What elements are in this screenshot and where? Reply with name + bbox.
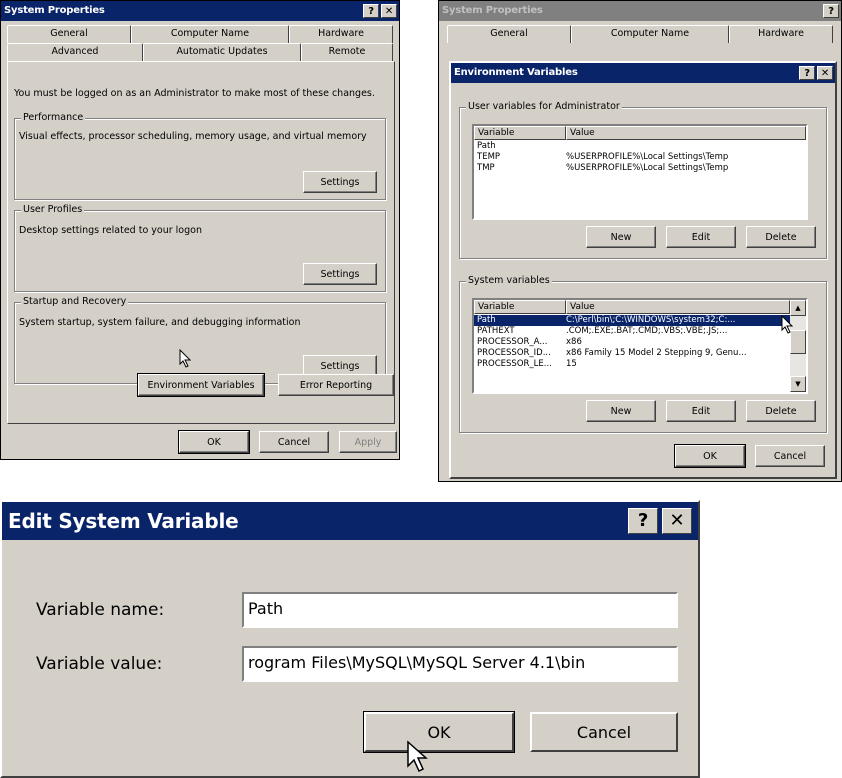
user-profiles-label: User Profiles <box>21 204 85 215</box>
variable-name-input[interactable]: Path <box>242 592 678 628</box>
startup-recovery-desc: System startup, system failure, and debu… <box>19 317 301 328</box>
list-item[interactable]: PATHEXT .COM;.EXE;.BAT;.CMD;.VBS;.VBE;.J… <box>474 326 790 337</box>
edit-close-icon[interactable]: ✕ <box>662 508 692 534</box>
mouse-cursor-icon <box>407 740 428 773</box>
user-variables-list[interactable]: Variable Value Path TEMP %USERPROFILE%\L… <box>472 124 808 220</box>
background-help-icon: ? <box>823 4 839 18</box>
edit-window-title: Edit System Variable <box>8 509 239 533</box>
system-col-value[interactable]: Value <box>566 300 790 314</box>
help-icon[interactable]: ? <box>363 4 379 18</box>
background-window-title: System Properties <box>442 5 543 16</box>
error-reporting-button[interactable]: Error Reporting <box>278 374 394 396</box>
env-ok-button[interactable]: OK <box>674 444 746 468</box>
user-profiles-group: User Profiles Desktop settings related t… <box>14 204 386 292</box>
mouse-cursor-icon <box>179 349 192 368</box>
close-icon[interactable]: ✕ <box>381 4 397 18</box>
performance-label: Performance <box>21 112 86 123</box>
system-variables-label: System variables <box>466 275 552 286</box>
background-tab-computer-name: Computer Name <box>571 25 729 43</box>
scroll-down-icon[interactable]: ▼ <box>790 376 806 392</box>
performance-group: Performance Visual effects, processor sc… <box>14 112 386 200</box>
env-close-icon[interactable]: ✕ <box>817 66 833 80</box>
list-item[interactable]: PROCESSOR_LE... 15 <box>474 359 790 370</box>
tab-hardware[interactable]: Hardware <box>289 25 393 43</box>
system-col-variable[interactable]: Variable <box>474 300 566 314</box>
edit-title-bar[interactable]: Edit System Variable ? ✕ <box>2 502 698 540</box>
variable-name-label: Variable name: <box>36 600 165 620</box>
title-bar[interactable]: System Properties ? ✕ <box>1 1 399 21</box>
system-delete-button[interactable]: Delete <box>746 400 816 422</box>
user-edit-button[interactable]: Edit <box>666 226 736 248</box>
user-profiles-desc: Desktop settings related to your logon <box>19 225 202 236</box>
background-tab-hardware: Hardware <box>729 25 833 43</box>
background-tab-general: General <box>447 25 571 43</box>
env-title-bar[interactable]: Environment Variables ? ✕ <box>451 63 835 83</box>
edit-cancel-button[interactable]: Cancel <box>530 712 678 752</box>
environment-variables-dialog: Environment Variables ? ✕ User variables… <box>449 61 837 479</box>
env-help-icon[interactable]: ? <box>799 66 815 80</box>
mouse-cursor-icon <box>781 315 794 334</box>
scroll-up-icon[interactable]: ▲ <box>790 300 806 316</box>
list-item[interactable]: TEMP %USERPROFILE%\Local Settings\Temp <box>474 152 806 163</box>
list-item[interactable]: PROCESSOR_A... x86 <box>474 337 790 348</box>
performance-settings-button[interactable]: Settings <box>303 171 377 193</box>
system-list-header: Variable Value <box>474 300 790 314</box>
apply-button[interactable]: Apply <box>339 431 397 453</box>
startup-recovery-label: Startup and Recovery <box>21 296 129 307</box>
list-item-selected[interactable]: Path C:\Perl\bin\;C:\WINDOWS\system32;C:… <box>474 315 790 326</box>
tab-computer-name[interactable]: Computer Name <box>131 25 289 43</box>
system-new-button[interactable]: New <box>586 400 656 422</box>
ok-button[interactable]: OK <box>178 430 250 454</box>
tab-row-top: General Computer Name Hardware <box>7 25 393 43</box>
list-item[interactable]: TMP %USERPROFILE%\Local Settings\Temp <box>474 163 806 174</box>
cancel-button[interactable]: Cancel <box>259 431 329 453</box>
edit-help-icon[interactable]: ? <box>628 508 658 534</box>
variable-value-input[interactable]: rogram Files\MySQL\MySQL Server 4.1\bin <box>242 646 678 682</box>
edit-ok-button[interactable]: OK <box>363 711 515 753</box>
environment-variables-button[interactable]: Environment Variables <box>137 373 265 397</box>
user-variables-group: User variables for Administrator Variabl… <box>459 101 827 259</box>
system-properties-background-window: System Properties ? General Computer Nam… <box>438 0 842 482</box>
system-variables-list[interactable]: Variable Value Path C:\Perl\bin\;C:\WIND… <box>472 298 808 394</box>
tab-remote[interactable]: Remote <box>301 43 393 61</box>
env-window-title: Environment Variables <box>454 67 578 78</box>
user-variables-label: User variables for Administrator <box>466 101 622 112</box>
system-list-scrollbar[interactable]: ▲ ▼ <box>790 300 806 392</box>
tab-general[interactable]: General <box>7 25 131 43</box>
admin-note: You must be logged on as an Administrato… <box>14 88 375 99</box>
system-variables-group: System variables Variable Value Path C:\… <box>459 275 827 433</box>
tab-automatic-updates[interactable]: Automatic Updates <box>143 43 301 61</box>
user-profiles-settings-button[interactable]: Settings <box>303 263 377 285</box>
user-list-header: Variable Value <box>474 126 806 140</box>
background-tab-row: General Computer Name Hardware <box>447 25 833 43</box>
tab-advanced[interactable]: Advanced <box>7 43 143 63</box>
window-title: System Properties <box>4 5 105 16</box>
edit-system-variable-dialog: Edit System Variable ? ✕ Variable name: … <box>0 500 700 778</box>
user-delete-button[interactable]: Delete <box>746 226 816 248</box>
system-properties-window: System Properties ? ✕ General Computer N… <box>0 0 400 460</box>
startup-recovery-group: Startup and Recovery System startup, sys… <box>14 296 386 384</box>
list-item[interactable]: Path <box>474 141 806 152</box>
tab-row-bottom: Advanced Automatic Updates Remote <box>7 43 393 63</box>
user-col-value[interactable]: Value <box>566 126 806 140</box>
system-edit-button[interactable]: Edit <box>666 400 736 422</box>
background-title-bar: System Properties ? <box>439 1 841 21</box>
user-new-button[interactable]: New <box>586 226 656 248</box>
performance-desc: Visual effects, processor scheduling, me… <box>19 131 367 142</box>
env-cancel-button[interactable]: Cancel <box>755 445 825 467</box>
advanced-panel: You must be logged on as an Administrato… <box>7 61 395 424</box>
list-item[interactable]: PROCESSOR_ID... x86 Family 15 Model 2 St… <box>474 348 790 359</box>
user-col-variable[interactable]: Variable <box>474 126 566 140</box>
variable-value-label: Variable value: <box>36 654 163 674</box>
